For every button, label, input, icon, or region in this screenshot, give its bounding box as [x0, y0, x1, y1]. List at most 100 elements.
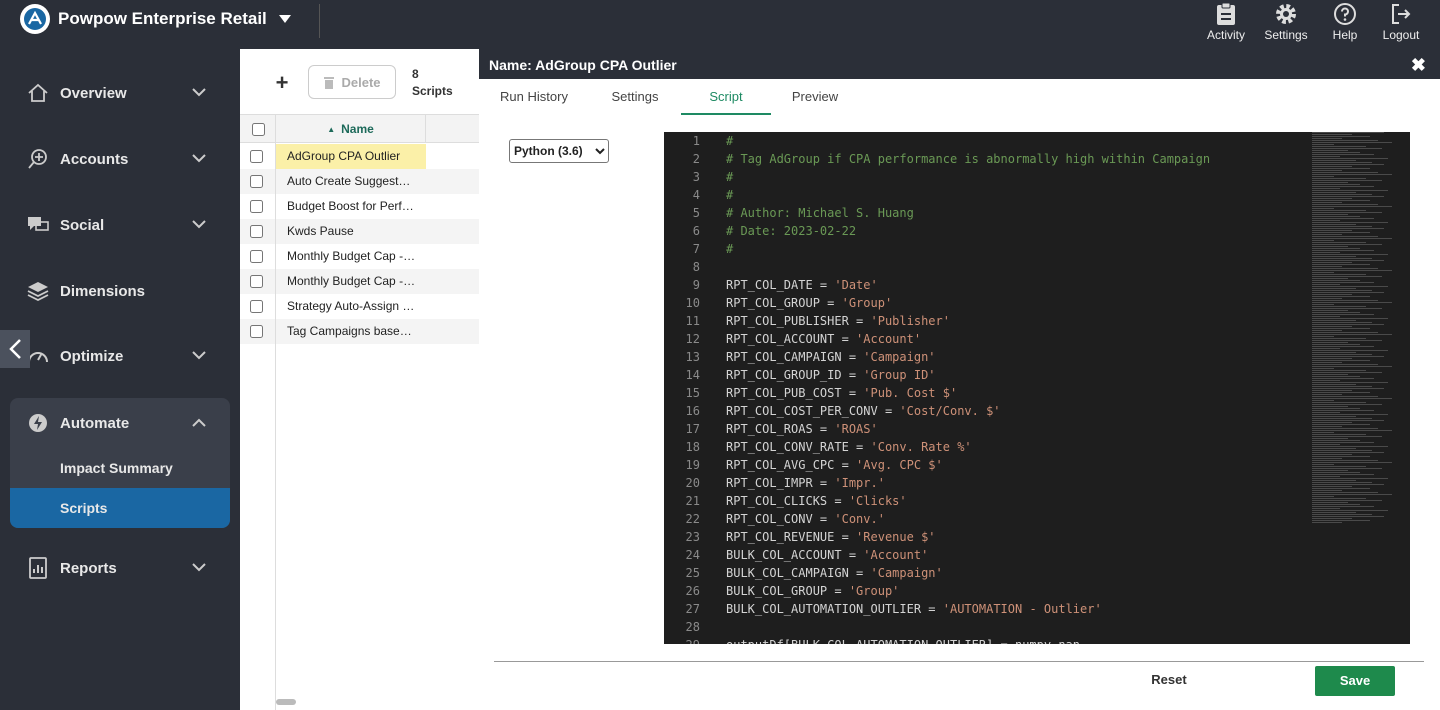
logout-icon — [1392, 4, 1411, 24]
minimap-line — [1312, 456, 1370, 457]
minimap-line — [1312, 442, 1374, 443]
minimap-line — [1312, 414, 1388, 415]
sidebar-subitem-scripts[interactable]: Scripts — [10, 488, 230, 528]
sidebar-item-dimensions[interactable]: Dimensions — [10, 266, 230, 316]
sidebar-subitem-impact-summary[interactable]: Impact Summary — [10, 448, 230, 488]
sidebar-item-social[interactable]: Social — [10, 200, 230, 250]
save-button[interactable]: Save — [1315, 666, 1395, 696]
code-text: RPT_COL_ROAS = 'ROAS' — [726, 420, 878, 438]
minimap-line — [1312, 404, 1382, 405]
sort-ascending-icon: ▲ — [327, 124, 336, 134]
row-checkbox[interactable] — [250, 150, 263, 163]
table-row[interactable]: Auto Create Suggest… — [240, 169, 479, 194]
table-row[interactable]: Kwds Pause — [240, 219, 479, 244]
minimap-line — [1312, 228, 1384, 229]
collapse-sidebar-button[interactable] — [0, 330, 30, 368]
row-checkbox[interactable] — [250, 325, 263, 338]
row-checkbox[interactable] — [250, 200, 263, 213]
close-icon[interactable]: ✖ — [1411, 55, 1426, 76]
script-name-cell[interactable]: AdGroup CPA Outlier — [275, 144, 426, 169]
row-checkbox[interactable] — [250, 300, 263, 313]
script-name-cell[interactable]: Strategy Auto-Assign … — [275, 294, 426, 319]
line-number: 4 — [692, 188, 700, 202]
settings-button[interactable]: Settings — [1256, 2, 1316, 46]
minimap-line — [1312, 494, 1392, 495]
tab-run-history[interactable]: Run History — [493, 79, 575, 115]
table-row[interactable]: Budget Boost for Perf… — [240, 194, 479, 219]
chat-icon — [24, 215, 52, 235]
minimap-line — [1312, 332, 1378, 333]
code-line: 6 # Date: 2023-02-22 — [664, 222, 1314, 240]
minimap-line — [1312, 240, 1334, 241]
script-count: 8 Scripts — [412, 66, 453, 100]
powpow-logo-icon — [20, 4, 50, 34]
minimap-line — [1312, 168, 1370, 169]
logout-button[interactable]: Logout — [1371, 2, 1431, 46]
script-name-cell[interactable]: Monthly Budget Cap -… — [275, 244, 426, 269]
minimap-line — [1312, 298, 1342, 299]
minimap-line — [1312, 428, 1378, 429]
row-checkbox[interactable] — [250, 225, 263, 238]
script-name-cell[interactable]: Tag Campaigns base… — [275, 319, 426, 344]
table-row[interactable]: Monthly Budget Cap -… — [240, 244, 479, 269]
sidebar-item-optimize[interactable]: Optimize — [10, 331, 230, 381]
layers-icon — [24, 281, 52, 301]
reset-button[interactable]: Reset — [1129, 668, 1209, 692]
column-header-name[interactable]: ▲ Name — [275, 115, 426, 143]
minimap-line — [1312, 488, 1370, 489]
minimap-line — [1312, 154, 1374, 155]
code-editor[interactable]: 1 #2 # Tag AdGroup if CPA performance is a… — [664, 132, 1410, 644]
select-all-checkbox[interactable] — [252, 123, 265, 136]
help-button[interactable]: Help — [1315, 2, 1375, 46]
minimap-line — [1312, 314, 1374, 315]
row-checkbox[interactable] — [250, 175, 263, 188]
minimap-line — [1312, 464, 1334, 465]
language-select[interactable]: Python (3.6) — [509, 139, 609, 163]
minimap-line — [1312, 254, 1388, 255]
table-row[interactable]: Monthly Budget Cap -… — [240, 269, 479, 294]
row-checkbox[interactable] — [250, 275, 263, 288]
minimap-line — [1312, 188, 1340, 189]
code-text: # — [726, 240, 733, 258]
row-checkbox[interactable] — [250, 250, 263, 263]
sidebar: Overview Accounts Social Dimensions Opti… — [0, 49, 240, 710]
sidebar-item-overview[interactable]: Overview — [10, 68, 230, 118]
brand-switcher[interactable]: Powpow Enterprise Retail — [20, 4, 291, 34]
line-number: 3 — [692, 170, 700, 184]
add-script-button[interactable]: + — [270, 70, 294, 95]
tab-settings[interactable]: Settings — [605, 79, 665, 115]
table-row[interactable]: Strategy Auto-Assign … — [240, 294, 479, 319]
search-plus-icon — [24, 148, 52, 170]
minimap-line — [1312, 398, 1392, 399]
code-line: 13 RPT_COL_CAMPAIGN = 'Campaign' — [664, 348, 1314, 366]
code-line: 22 RPT_COL_CONV = 'Conv.' — [664, 510, 1314, 528]
minimap-line — [1312, 406, 1348, 407]
table-row[interactable]: AdGroup CPA Outlier — [240, 144, 479, 169]
code-token: RPT_COL_AVG_CPC = — [726, 458, 857, 472]
horizontal-scrollbar[interactable] — [276, 699, 296, 705]
minimap-line — [1312, 250, 1374, 251]
code-line: 1 # — [664, 132, 1314, 150]
script-name-cell[interactable]: Monthly Budget Cap -… — [275, 269, 426, 294]
minimap-line — [1312, 386, 1372, 387]
minimap-line — [1312, 418, 1372, 419]
table-row[interactable]: Tag Campaigns base… — [240, 319, 479, 344]
sidebar-item-reports[interactable]: Reports — [10, 543, 230, 593]
minimap-line — [1312, 370, 1366, 371]
script-name-cell[interactable]: Budget Boost for Perf… — [275, 194, 426, 219]
activity-button[interactable]: Activity — [1196, 2, 1256, 46]
tab-preview[interactable]: Preview — [785, 79, 845, 115]
column-header-label: Name — [341, 122, 374, 136]
sidebar-item-automate[interactable]: Automate — [10, 398, 230, 448]
code-minimap[interactable] — [1312, 132, 1400, 524]
line-number: 9 — [692, 278, 700, 292]
minimap-line — [1312, 152, 1360, 153]
tab-script[interactable]: Script — [681, 79, 771, 115]
sidebar-item-accounts[interactable]: Accounts — [10, 134, 230, 184]
script-name-cell[interactable]: Auto Create Suggest… — [275, 169, 426, 194]
line-number: 16 — [685, 404, 700, 418]
delete-button[interactable]: Delete — [308, 65, 396, 99]
line-number: 24 — [685, 548, 700, 562]
script-name-cell[interactable]: Kwds Pause — [275, 219, 426, 244]
minimap-line — [1312, 368, 1334, 369]
